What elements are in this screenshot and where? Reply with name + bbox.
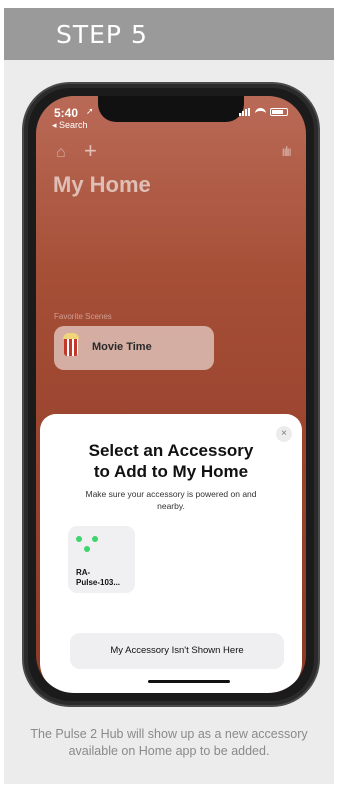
page-title: My Home (53, 172, 151, 197)
sheet-title-line1: Select an Accessory (88, 441, 254, 460)
accessory-tile[interactable]: RA- Pulse-103... (68, 526, 135, 593)
home-icon[interactable]: ⌂ (56, 144, 66, 162)
popcorn-icon (63, 333, 79, 356)
step-label: STEP 5 (56, 20, 148, 49)
accessory-name-line1: RA- (76, 568, 91, 577)
add-accessory-sheet: × Select an Accessory to Add to My Home … (40, 414, 302, 693)
accessory-name: RA- Pulse-103... (76, 568, 120, 588)
instruction-card: STEP 5 5:40 ➚ ◂ Search ⌂ + ıılıı My Home… (4, 8, 334, 784)
hub-icon (76, 534, 106, 554)
voice-icon[interactable]: ıılıı (281, 143, 292, 159)
scene-tile-movie-time[interactable]: Movie Time (54, 326, 214, 370)
sheet-subtitle: Make sure your accessory is powered on a… (85, 489, 257, 511)
location-icon: ➚ (86, 106, 94, 116)
phone-screen: 5:40 ➚ ◂ Search ⌂ + ıılıı My Home Favori… (36, 96, 306, 693)
accessory-name-line2: Pulse-103... (76, 578, 121, 587)
cellular-signal-icon (239, 108, 251, 116)
favorite-scenes-label: Favorite Scenes (54, 312, 112, 321)
scene-name: Movie Time (92, 341, 152, 353)
accessory-not-shown-button[interactable]: My Accessory Isn't Shown Here (70, 633, 284, 669)
sheet-title-line2: to Add to My Home (93, 462, 249, 481)
sheet-title: Select an Accessory to Add to My Home (40, 440, 302, 482)
phone-notch (98, 96, 244, 122)
caption: The Pulse 2 Hub will show up as a new ac… (30, 727, 308, 758)
back-to-search-link[interactable]: ◂ Search (52, 120, 88, 131)
add-icon[interactable]: + (84, 138, 97, 164)
status-time: 5:40 (54, 106, 79, 120)
home-indicator (148, 680, 230, 683)
step-header: STEP 5 (4, 8, 334, 60)
status-icons (239, 108, 288, 116)
battery-icon (270, 108, 288, 116)
phone-frame: 5:40 ➚ ◂ Search ⌂ + ıılıı My Home Favori… (22, 82, 320, 707)
wifi-icon (255, 108, 266, 116)
